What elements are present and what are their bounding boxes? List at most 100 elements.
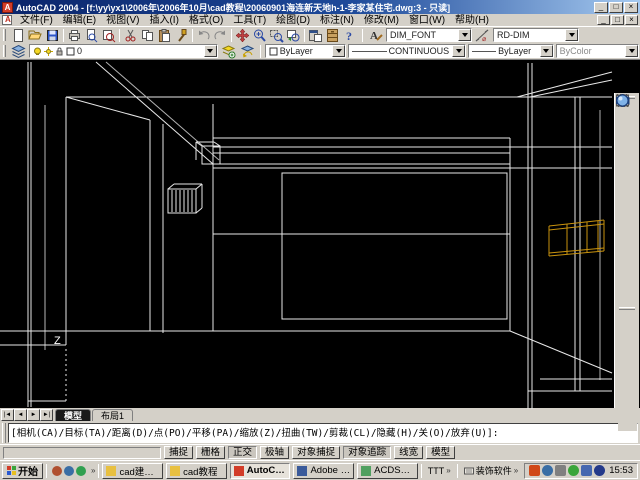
task-button-ACDSee v3.1...[interactable]: ACDSee v3.1...: [357, 462, 418, 479]
tab-scroll-button[interactable]: ►|: [40, 409, 53, 421]
view-toolbar-sphere-icon-8[interactable]: [616, 94, 637, 254]
menu-帮助[interactable]: 帮助(H): [450, 14, 494, 27]
toolbar-grip[interactable]: [3, 45, 6, 57]
copy-icon[interactable]: [139, 27, 156, 43]
dcenter-icon[interactable]: [324, 27, 341, 43]
menu-格式[interactable]: 格式(O): [184, 14, 228, 27]
quicklaunch-icon-1[interactable]: [52, 465, 62, 476]
color-combo[interactable]: ByLayer: [264, 44, 347, 58]
menu-编辑[interactable]: 编辑(E): [58, 14, 101, 27]
tab-模型[interactable]: 模型: [55, 409, 92, 421]
save-icon[interactable]: [44, 27, 61, 43]
props-icon[interactable]: [307, 27, 324, 43]
linetype-dropdown-button[interactable]: [452, 45, 466, 57]
drawing-area[interactable]: Z: [0, 59, 640, 431]
task-button-cad建模教程...[interactable]: cad建模教程...: [102, 462, 164, 479]
dim-style-combo[interactable]: RD-DIM: [493, 28, 579, 42]
lineweight-dropdown-button[interactable]: [539, 45, 553, 57]
status-toggle-捕捉[interactable]: 捕捉: [164, 446, 194, 459]
shade-toolbar-sphere-icon-3[interactable]: [616, 94, 637, 380]
zoomwin-icon[interactable]: [268, 27, 285, 43]
status-toggle-线宽[interactable]: 线宽: [394, 446, 424, 459]
menu-标注[interactable]: 标注(N): [315, 14, 359, 27]
shade-toolbar-sphere-icon-4[interactable]: [616, 94, 637, 397]
layer-lock-icon[interactable]: [55, 47, 64, 56]
status-toggle-对象捕捉[interactable]: 对象捕捉: [292, 446, 341, 459]
pan-icon[interactable]: [234, 27, 251, 43]
tray-icon-5[interactable]: [581, 465, 593, 476]
menu-绘图[interactable]: 绘图(D): [271, 14, 315, 27]
view-toolbar-cube-icon-4[interactable]: [616, 93, 637, 186]
shade-toolbar-select-icon-1[interactable]: [616, 94, 637, 346]
open-icon[interactable]: [27, 27, 44, 43]
layer-dropdown-button[interactable]: [203, 45, 217, 57]
undo-icon[interactable]: [195, 27, 212, 43]
status-toggle-对象追踪[interactable]: 对象追踪: [343, 446, 392, 459]
status-toggle-极轴[interactable]: 极轴: [260, 446, 290, 459]
view-toolbar-cube-icon-3[interactable]: [616, 93, 637, 169]
toolbar-grip[interactable]: [619, 307, 635, 310]
doc-restore-button[interactable]: □: [611, 15, 624, 25]
tray-icon-6[interactable]: [594, 465, 606, 476]
view-toolbar-cube-icon-2[interactable]: [616, 93, 637, 152]
task-button-Adobe Photo...[interactable]: Adobe Photo...: [293, 462, 355, 479]
shade-toolbar-sphere-icon-6[interactable]: [616, 94, 637, 431]
command-window-grip[interactable]: [2, 423, 6, 443]
start-button[interactable]: 开始: [2, 462, 43, 479]
view-toolbar-cube-icon-1[interactable]: [616, 93, 637, 135]
view-toolbar-runner-icon-11[interactable]: [617, 94, 637, 305]
layer-freeze-sun-icon[interactable]: [44, 46, 53, 56]
print-icon[interactable]: [66, 27, 83, 43]
task-button-AutoCAD 200...[interactable]: AutoCAD 200...: [229, 462, 291, 479]
menu-插入[interactable]: 插入(I): [144, 14, 183, 27]
quicklaunch-icon-3[interactable]: [76, 465, 86, 476]
dim-style-dropdown-button[interactable]: [565, 29, 578, 41]
status-toggle-正交[interactable]: 正交: [228, 446, 258, 459]
quicklaunch-chevron-icon[interactable]: »: [91, 466, 95, 475]
find-icon[interactable]: [100, 27, 117, 43]
shade-toolbar-wirecube-icon-2[interactable]: [616, 93, 637, 363]
language-indicator[interactable]: TTT: [428, 466, 445, 476]
cut-icon[interactable]: [122, 27, 139, 43]
shade-toolbar-cube-icon-5[interactable]: [616, 93, 637, 414]
view-toolbar-sphere-icon-7[interactable]: [616, 94, 637, 237]
preview-icon[interactable]: [83, 27, 100, 43]
status-toggle-模型[interactable]: 模型: [426, 446, 456, 459]
text-style-icon[interactable]: A: [367, 27, 384, 43]
text-style-combo[interactable]: DIM_FONT: [386, 28, 472, 42]
paste-icon[interactable]: [156, 27, 173, 43]
menu-修改[interactable]: 修改(M): [359, 14, 404, 27]
tab-scroll-button[interactable]: ►: [27, 409, 40, 421]
plotstyle-dropdown-button[interactable]: [625, 45, 639, 57]
doc-close-button[interactable]: ×: [625, 15, 638, 25]
dim-style-icon[interactable]: ⌀: [474, 27, 491, 43]
menu-文件[interactable]: 文件(F): [15, 14, 58, 27]
layer-combo[interactable]: 0: [29, 44, 218, 58]
tray-icon-1[interactable]: [529, 465, 541, 476]
menu-视图[interactable]: 视图(V): [101, 14, 144, 27]
layer-manager-icon[interactable]: [10, 43, 27, 59]
status-toggle-栅格[interactable]: 栅格: [196, 446, 226, 459]
toolbar-grip[interactable]: [3, 29, 6, 41]
deco-software-toolbar[interactable]: 装饰软件 »: [461, 464, 521, 477]
help-icon[interactable]: ?: [341, 27, 358, 43]
view-toolbar-cube-icon-6[interactable]: [616, 93, 637, 220]
lineweight-combo[interactable]: ByLayer: [468, 44, 554, 58]
tray-icon-2[interactable]: [542, 465, 554, 476]
view-toolbar-cube-icon-5[interactable]: [616, 93, 637, 203]
new-icon[interactable]: [10, 27, 27, 43]
tab-scroll-button[interactable]: |◄: [1, 409, 14, 421]
task-button-cad教程[interactable]: cad教程: [166, 462, 227, 479]
tray-icon-4[interactable]: [568, 465, 580, 476]
view-toolbar-sphere-icon-10[interactable]: [616, 94, 637, 288]
matchprops-icon[interactable]: [173, 27, 190, 43]
selected-object[interactable]: [548, 219, 605, 257]
deco-toolbar-label[interactable]: 装饰软件: [476, 464, 512, 477]
shade-toolbar-image-icon-0[interactable]: [616, 95, 637, 329]
menu-工具[interactable]: 工具(T): [228, 14, 271, 27]
view-toolbar-sphere-icon-9[interactable]: [616, 94, 637, 271]
quicklaunch-icon-2[interactable]: [64, 465, 74, 476]
doc-minimize-button[interactable]: _: [597, 15, 610, 25]
redo-icon[interactable]: [212, 27, 229, 43]
zoom-icon[interactable]: [251, 27, 268, 43]
